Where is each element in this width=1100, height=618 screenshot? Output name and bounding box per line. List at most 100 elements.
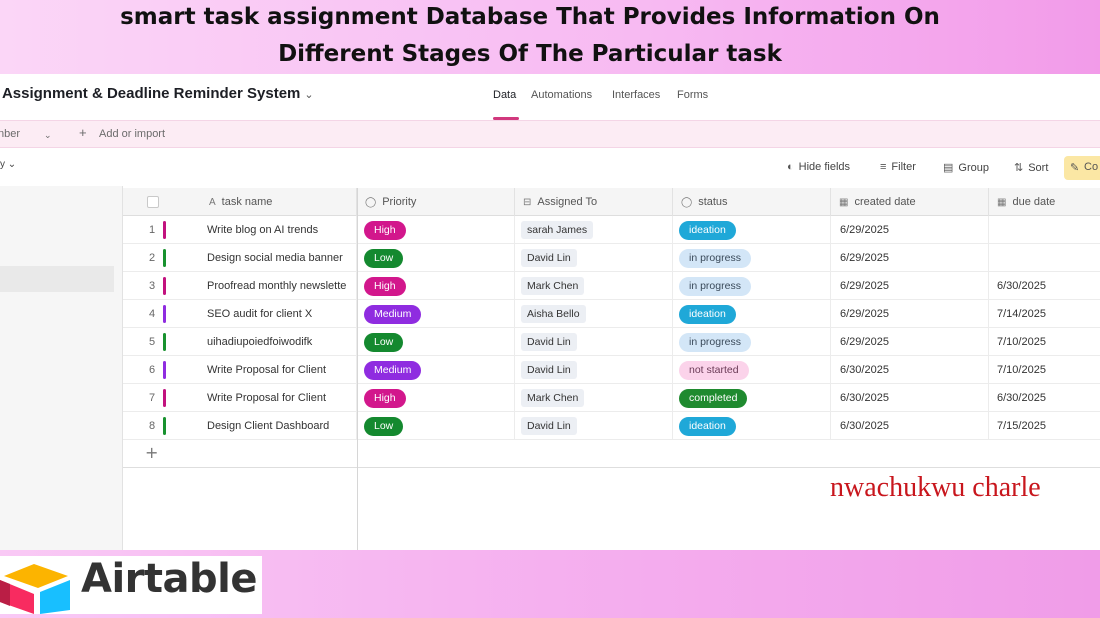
status-cell[interactable]: in progress [673, 244, 831, 272]
priority-cell[interactable]: Medium [357, 356, 515, 384]
task-name[interactable]: uihadiupoiedfoiwodifk [207, 328, 312, 356]
assignee-cell[interactable]: sarah James [515, 216, 673, 244]
assignee-cell[interactable]: Mark Chen [515, 272, 673, 300]
tab-interfaces[interactable]: Interfaces [612, 89, 660, 101]
due-date-cell[interactable]: 7/10/2025 [989, 356, 1100, 384]
primary-cell[interactable]: 7 Write Proposal for Client [123, 384, 357, 412]
row-number-header: Atask name [123, 188, 357, 216]
table-row[interactable]: 2 Design social media banner Low David Lin i… [123, 244, 1100, 272]
status-cell[interactable]: ideation [673, 412, 831, 440]
row-color-bar [163, 389, 166, 407]
due-date-cell[interactable]: 7/14/2025 [989, 300, 1100, 328]
status-cell[interactable]: ideation [673, 300, 831, 328]
assignee-chip: David Lin [521, 249, 577, 267]
task-name[interactable]: Design Client Dashboard [207, 412, 329, 440]
sidebar-selected-view[interactable] [0, 266, 114, 292]
created-date-cell[interactable]: 6/29/2025 [831, 300, 989, 328]
table-row[interactable]: 4 SEO audit for client X Medium Aisha Bello… [123, 300, 1100, 328]
primary-cell[interactable]: 8 Design Client Dashboard [123, 412, 357, 440]
priority-cell[interactable]: Low [357, 244, 515, 272]
due-date-cell[interactable] [989, 244, 1100, 272]
filter-button[interactable]: ≡ Filter [880, 161, 916, 173]
column-header-task-name[interactable]: task name [222, 196, 273, 208]
status-cell[interactable]: completed [673, 384, 831, 412]
status-cell[interactable]: in progress [673, 328, 831, 356]
add-or-import-button[interactable]: Add or import [99, 128, 165, 140]
table-row[interactable]: 6 Write Proposal for Client Medium David Li… [123, 356, 1100, 384]
task-name[interactable]: Write blog on AI trends [207, 216, 318, 244]
base-title[interactable]: k Assignment & Deadline Reminder System ⌄ [0, 85, 314, 102]
created-date-cell[interactable]: 6/30/2025 [831, 412, 989, 440]
column-due-date[interactable]: ▦ due date [989, 188, 1100, 216]
task-name[interactable]: SEO audit for client X [207, 300, 312, 328]
chevron-down-icon[interactable]: ⌄ [304, 89, 313, 101]
select-all-checkbox[interactable] [147, 196, 159, 208]
due-date-cell[interactable]: 6/30/2025 [989, 272, 1100, 300]
status-cell[interactable]: not started [673, 356, 831, 384]
priority-cell[interactable]: Low [357, 412, 515, 440]
due-date-cell[interactable]: 7/15/2025 [989, 412, 1100, 440]
table-row[interactable]: 7 Write Proposal for Client High Mark Chen c… [123, 384, 1100, 412]
column-created-date[interactable]: ▦ created date [831, 188, 989, 216]
hide-fields-button[interactable]: ◐ Hide fields [787, 161, 850, 173]
sort-button[interactable]: ⇅ Sort [1014, 161, 1048, 174]
assignee-cell[interactable]: Aisha Bello [515, 300, 673, 328]
status-badge: ideation [679, 304, 736, 324]
assignee-cell[interactable]: David Lin [515, 356, 673, 384]
status-cell[interactable]: ideation [673, 216, 831, 244]
due-date-cell[interactable] [989, 216, 1100, 244]
assignee-cell[interactable]: David Lin [515, 328, 673, 356]
primary-cell[interactable]: 1 Write blog on AI trends [123, 216, 357, 244]
created-date-cell[interactable]: 6/29/2025 [831, 272, 989, 300]
table-row[interactable]: 5 uihadiupoiedfoiwodifk Low David Lin in pro… [123, 328, 1100, 356]
task-name[interactable]: Write Proposal for Client [207, 356, 326, 384]
primary-cell[interactable]: 2 Design social media banner [123, 244, 357, 272]
row-color-bar [163, 333, 166, 351]
due-date-cell[interactable]: 6/30/2025 [989, 384, 1100, 412]
priority-cell[interactable]: Low [357, 328, 515, 356]
plus-icon[interactable]: + [145, 443, 158, 462]
assignee-cell[interactable]: Mark Chen [515, 384, 673, 412]
task-name[interactable]: Write Proposal for Client [207, 384, 326, 412]
due-date-cell[interactable]: 7/10/2025 [989, 328, 1100, 356]
tab-automations[interactable]: Automations [531, 89, 592, 101]
primary-cell[interactable]: 5 uihadiupoiedfoiwodifk [123, 328, 357, 356]
caption-line-1: smart task assignment Database That Prov… [120, 4, 940, 30]
column-status[interactable]: ◯ status [673, 188, 831, 216]
created-date-cell[interactable]: 6/29/2025 [831, 216, 989, 244]
primary-cell[interactable]: 4 SEO audit for client X [123, 300, 357, 328]
table-tab[interactable]: nber [0, 128, 20, 140]
tab-forms[interactable]: Forms [677, 89, 708, 101]
status-badge: ideation [679, 416, 736, 436]
created-date-cell[interactable]: 6/30/2025 [831, 356, 989, 384]
column-priority[interactable]: ◯ Priority [357, 188, 515, 216]
created-date-cell[interactable]: 6/29/2025 [831, 328, 989, 356]
group-button[interactable]: ▤ Group [943, 161, 989, 174]
assignee-cell[interactable]: David Lin [515, 412, 673, 440]
plus-icon[interactable]: + [79, 125, 87, 140]
table-row[interactable]: 3 Proofread monthly newslette High Mark Che… [123, 272, 1100, 300]
priority-cell[interactable]: High [357, 384, 515, 412]
status-cell[interactable]: in progress [673, 272, 831, 300]
table-row[interactable]: 1 Write blog on AI trends High sarah James i… [123, 216, 1100, 244]
priority-badge: Low [364, 332, 404, 352]
color-button[interactable]: ✎ Co [1064, 156, 1100, 180]
task-name[interactable]: Proofread monthly newslette [207, 272, 346, 300]
primary-cell[interactable]: 6 Write Proposal for Client [123, 356, 357, 384]
tab-data[interactable]: Data [493, 89, 516, 101]
priority-cell[interactable]: Medium [357, 300, 515, 328]
primary-cell[interactable]: 3 Proofread monthly newslette [123, 272, 357, 300]
view-switcher-chevron-icon[interactable]: y ⌄ [0, 159, 16, 170]
column-assigned-to[interactable]: ⊟ Assigned To [515, 188, 673, 216]
add-record-row[interactable]: + [123, 440, 1100, 468]
created-date-cell[interactable]: 6/29/2025 [831, 244, 989, 272]
chevron-down-icon[interactable]: ⌄ [44, 130, 52, 141]
table-row[interactable]: 8 Design Client Dashboard Low David Lin idea… [123, 412, 1100, 440]
priority-cell[interactable]: High [357, 216, 515, 244]
views-sidebar [0, 186, 123, 550]
priority-cell[interactable]: High [357, 272, 515, 300]
assignee-cell[interactable]: David Lin [515, 244, 673, 272]
task-name[interactable]: Design social media banner [207, 244, 343, 272]
column-header-priority: Priority [382, 196, 417, 208]
created-date-cell[interactable]: 6/30/2025 [831, 384, 989, 412]
